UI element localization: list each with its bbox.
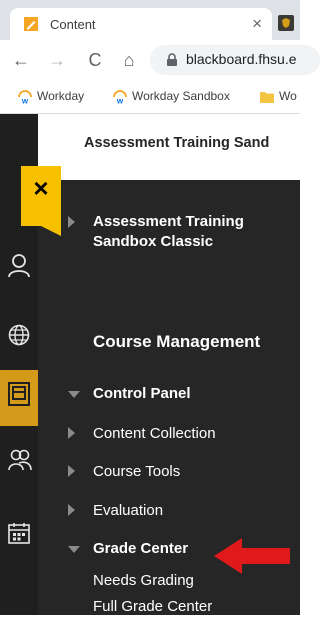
caret-right-icon [68,216,75,228]
forward-button[interactable]: → [46,49,68,71]
caret-right-icon [68,465,75,477]
close-icon: × [33,173,49,203]
caret-right-icon [68,427,75,439]
pencil-favicon-icon [24,17,38,31]
svg-text:w: w [21,96,29,104]
control-panel-label: Control Panel [93,385,191,402]
lock-icon [167,53,177,66]
browser-tab-bar: Content × [0,0,300,40]
globe-icon [8,324,30,346]
caret-right-icon [68,504,75,516]
bookmarks-bar: w Workday w Workday Sandbox Wo [0,80,300,114]
rail-calendar[interactable] [0,510,38,560]
menu-item-label: Evaluation [93,502,164,519]
home-button[interactable]: ⌂ [118,49,140,71]
caret-down-icon [68,546,80,553]
course-management-heading: Course Management [93,332,261,351]
course-title-link[interactable]: Assessment Training Sandbox Classic [38,212,300,254]
workday-logo-icon: w [113,89,127,105]
tab-title: Content [50,17,96,32]
shield-favicon-icon[interactable] [278,15,294,31]
bookmark-label: Workday Sandbox [132,89,230,103]
course-header: Assessment Training Sand [0,114,300,170]
red-arrow-annotation [214,538,290,574]
browser-toolbar: ← → C ⌂ blackboard.fhsu.e [0,40,320,80]
courses-icon [8,382,30,406]
submenu-item-label: Needs Grading [93,572,194,589]
menu-item-course-tools[interactable]: Course Tools [38,463,300,483]
course-title-line2: Sandbox Classic [93,233,214,250]
rail-profile[interactable] [0,242,38,292]
svg-text:w: w [116,96,124,104]
url-text: blackboard.fhsu.e [186,51,297,67]
folder-icon [260,91,274,103]
submenu-item-full-grade-center[interactable]: Full Grade Center [38,598,300,618]
bookmark-label: Workday [37,89,85,103]
rail-organizations[interactable] [0,436,38,486]
workday-logo-icon: w [18,89,32,105]
menu-item-label: Course Tools [93,463,181,480]
submenu-item-label: Full Grade Center [93,598,213,615]
blackboard-page: Assessment Training Sand Assessment Trai… [0,114,300,615]
bookmark-workday-sandbox[interactable]: w Workday Sandbox [113,89,230,105]
bookmark-label: Wo [279,89,297,103]
menu-item-evaluation[interactable]: Evaluation [38,502,300,522]
menu-item-content-collection[interactable]: Content Collection [38,425,300,445]
bookmark-workday[interactable]: w Workday [18,89,85,105]
bookmark-folder[interactable]: Wo [260,89,297,103]
grade-center-label: Grade Center [93,540,189,557]
user-icon [8,254,30,278]
course-title: Assessment Training Sandbox Classic [93,212,244,252]
course-title-line1: Assessment Training [93,213,244,230]
address-bar[interactable]: blackboard.fhsu.e [150,45,320,75]
rail-courses[interactable] [0,370,38,426]
course-header-title: Assessment Training Sand [84,135,270,151]
browser-tab-content[interactable]: Content × [10,8,272,40]
tab-close-icon[interactable]: × [252,14,262,34]
back-button[interactable]: ← [10,49,32,71]
caret-down-icon [68,391,80,398]
control-panel-toggle[interactable]: Control Panel [38,385,300,405]
close-menu-button[interactable]: × [21,166,61,236]
reload-button[interactable]: C [84,49,106,71]
groups-icon [8,449,32,471]
menu-item-label: Content Collection [93,425,216,442]
calendar-icon [8,523,30,544]
rail-institution[interactable] [0,312,38,362]
